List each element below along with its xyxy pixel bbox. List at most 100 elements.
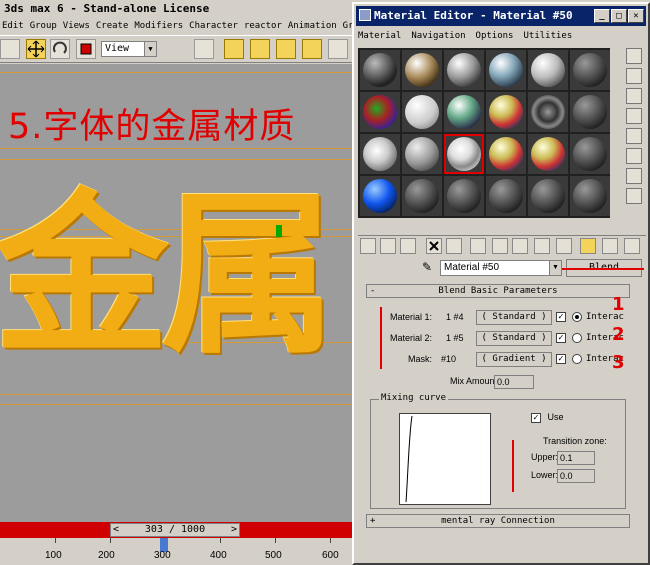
show-end-result-icon[interactable] (556, 238, 572, 254)
show-map-in-viewport-icon[interactable] (534, 238, 550, 254)
menu-reactor[interactable]: reactor (244, 18, 282, 34)
sample-slot[interactable] (486, 92, 526, 132)
mask-interactive-radio[interactable] (572, 354, 582, 364)
scale-icon[interactable] (76, 39, 96, 59)
menu-create[interactable]: Create (96, 18, 129, 34)
frame-counter: 303 / 1000 (144, 524, 206, 535)
put-to-library-icon[interactable] (492, 238, 508, 254)
sample-slot[interactable] (570, 50, 610, 90)
go-forward-to-sibling-icon[interactable] (602, 238, 618, 254)
menu-group[interactable]: Group (30, 18, 57, 34)
time-slider-thumb[interactable]: < 303 / 1000 > (110, 523, 240, 537)
close-button[interactable]: ✕ (628, 9, 644, 23)
sample-slot[interactable] (444, 92, 484, 132)
get-material-icon[interactable] (360, 238, 376, 254)
maximize-button[interactable]: □ (611, 9, 627, 23)
sample-slot[interactable] (402, 176, 442, 216)
sample-slot[interactable] (528, 134, 568, 174)
track-bar[interactable]: 100 200 300 400 500 600 (0, 538, 352, 565)
backlight-icon[interactable] (626, 68, 642, 84)
use-curve-row: ✓ Use (531, 412, 564, 423)
sample-slot[interactable] (570, 92, 610, 132)
menu-edit[interactable]: Edit (2, 18, 24, 34)
mask-button[interactable]: ( Gradient ) (476, 352, 552, 367)
sample-slot[interactable] (486, 176, 526, 216)
sample-uv-icon[interactable] (626, 108, 642, 124)
material-1-name: 1 #4 (446, 312, 464, 322)
menu-options[interactable]: Options (476, 28, 514, 44)
reset-material-icon[interactable] (426, 238, 442, 254)
upper-spinner[interactable]: 0.1 (557, 451, 595, 465)
sample-slot[interactable] (402, 134, 442, 174)
sample-type-icon[interactable] (626, 48, 642, 64)
sample-slot[interactable] (444, 176, 484, 216)
reference-coordinate-select[interactable]: View ▼ (101, 41, 157, 57)
rotate-icon[interactable] (50, 39, 70, 59)
material-name-field[interactable]: Material #50 ▼ (440, 260, 562, 276)
angle-snap-icon[interactable] (250, 39, 270, 59)
material-effects-channel-icon[interactable] (512, 238, 528, 254)
material-2-enable-checkbox[interactable]: ✓ (556, 333, 566, 343)
use-curve-checkbox[interactable]: ✓ (531, 413, 541, 423)
mirror-icon[interactable] (328, 39, 348, 59)
material-1-enable-checkbox[interactable]: ✓ (556, 312, 566, 322)
mask-enable-checkbox[interactable]: ✓ (556, 354, 566, 364)
sample-slot[interactable] (360, 92, 400, 132)
menu-navigation[interactable]: Navigation (411, 28, 465, 44)
menu-animation[interactable]: Animation (288, 18, 337, 34)
pick-material-icon[interactable]: ✎ (422, 260, 432, 274)
prev-frame-button[interactable]: < (113, 524, 119, 536)
sample-slot[interactable] (528, 176, 568, 216)
video-color-check-icon[interactable] (626, 128, 642, 144)
material-2-interactive-radio[interactable] (572, 333, 582, 343)
time-slider[interactable]: < 303 / 1000 > (0, 522, 352, 538)
annotation-bracket (512, 440, 514, 492)
copy-material-icon[interactable] (446, 238, 462, 254)
material-1-button[interactable]: ( Standard ) (476, 310, 552, 325)
select-icon[interactable] (0, 39, 20, 59)
material-editor-titlebar[interactable]: Material Editor - Material #50 _ □ ✕ (356, 6, 646, 26)
next-frame-button[interactable]: > (231, 524, 237, 536)
spinner-snap-icon[interactable] (302, 39, 322, 59)
options-icon[interactable] (626, 168, 642, 184)
percent-snap-icon[interactable] (276, 39, 296, 59)
lower-spinner[interactable]: 0.0 (557, 469, 595, 483)
material-2-button[interactable]: ( Standard ) (476, 331, 552, 346)
sample-slot[interactable] (402, 50, 442, 90)
sample-slot[interactable] (528, 92, 568, 132)
menu-modifiers[interactable]: Modifiers (134, 18, 183, 34)
assign-material-icon[interactable] (400, 238, 416, 254)
material-1-interactive-radio[interactable] (572, 312, 582, 322)
background-checker-icon[interactable] (626, 88, 642, 104)
sample-slot[interactable] (360, 176, 400, 216)
select-by-material-icon[interactable] (626, 188, 642, 204)
mental-ray-connection-rollout[interactable]: + mental ray Connection (366, 514, 630, 528)
menu-graph[interactable]: Graph (343, 18, 352, 34)
pivot-icon[interactable] (194, 39, 214, 59)
sample-slot[interactable] (444, 50, 484, 90)
make-unique-icon[interactable] (470, 238, 486, 254)
main-window-title: 3ds max 6 - Stand-alone License (0, 0, 352, 17)
sample-slot[interactable] (528, 50, 568, 90)
menu-character[interactable]: Character (189, 18, 238, 34)
sample-slot[interactable] (570, 176, 610, 216)
sample-slot[interactable] (486, 50, 526, 90)
sample-slot[interactable] (402, 92, 442, 132)
sample-slot-active[interactable] (444, 134, 484, 174)
sample-slot[interactable] (360, 134, 400, 174)
menu-utilities[interactable]: Utilities (523, 28, 572, 44)
move-icon[interactable] (26, 39, 46, 59)
material-map-navigator-icon[interactable] (624, 238, 640, 254)
make-preview-icon[interactable] (626, 148, 642, 164)
go-to-parent-icon[interactable] (580, 238, 596, 254)
sample-slot[interactable] (570, 134, 610, 174)
mix-amount-spinner[interactable]: 0.0 (494, 375, 534, 389)
snap-3d-icon[interactable] (224, 39, 244, 59)
menu-views[interactable]: Views (63, 18, 90, 34)
sample-slot[interactable] (486, 134, 526, 174)
sample-slot[interactable] (360, 50, 400, 90)
put-to-scene-icon[interactable] (380, 238, 396, 254)
perspective-viewport[interactable]: 金属 5.字体的金属材质 (0, 64, 352, 522)
minimize-button[interactable]: _ (594, 9, 610, 23)
menu-material[interactable]: Material (358, 28, 401, 44)
